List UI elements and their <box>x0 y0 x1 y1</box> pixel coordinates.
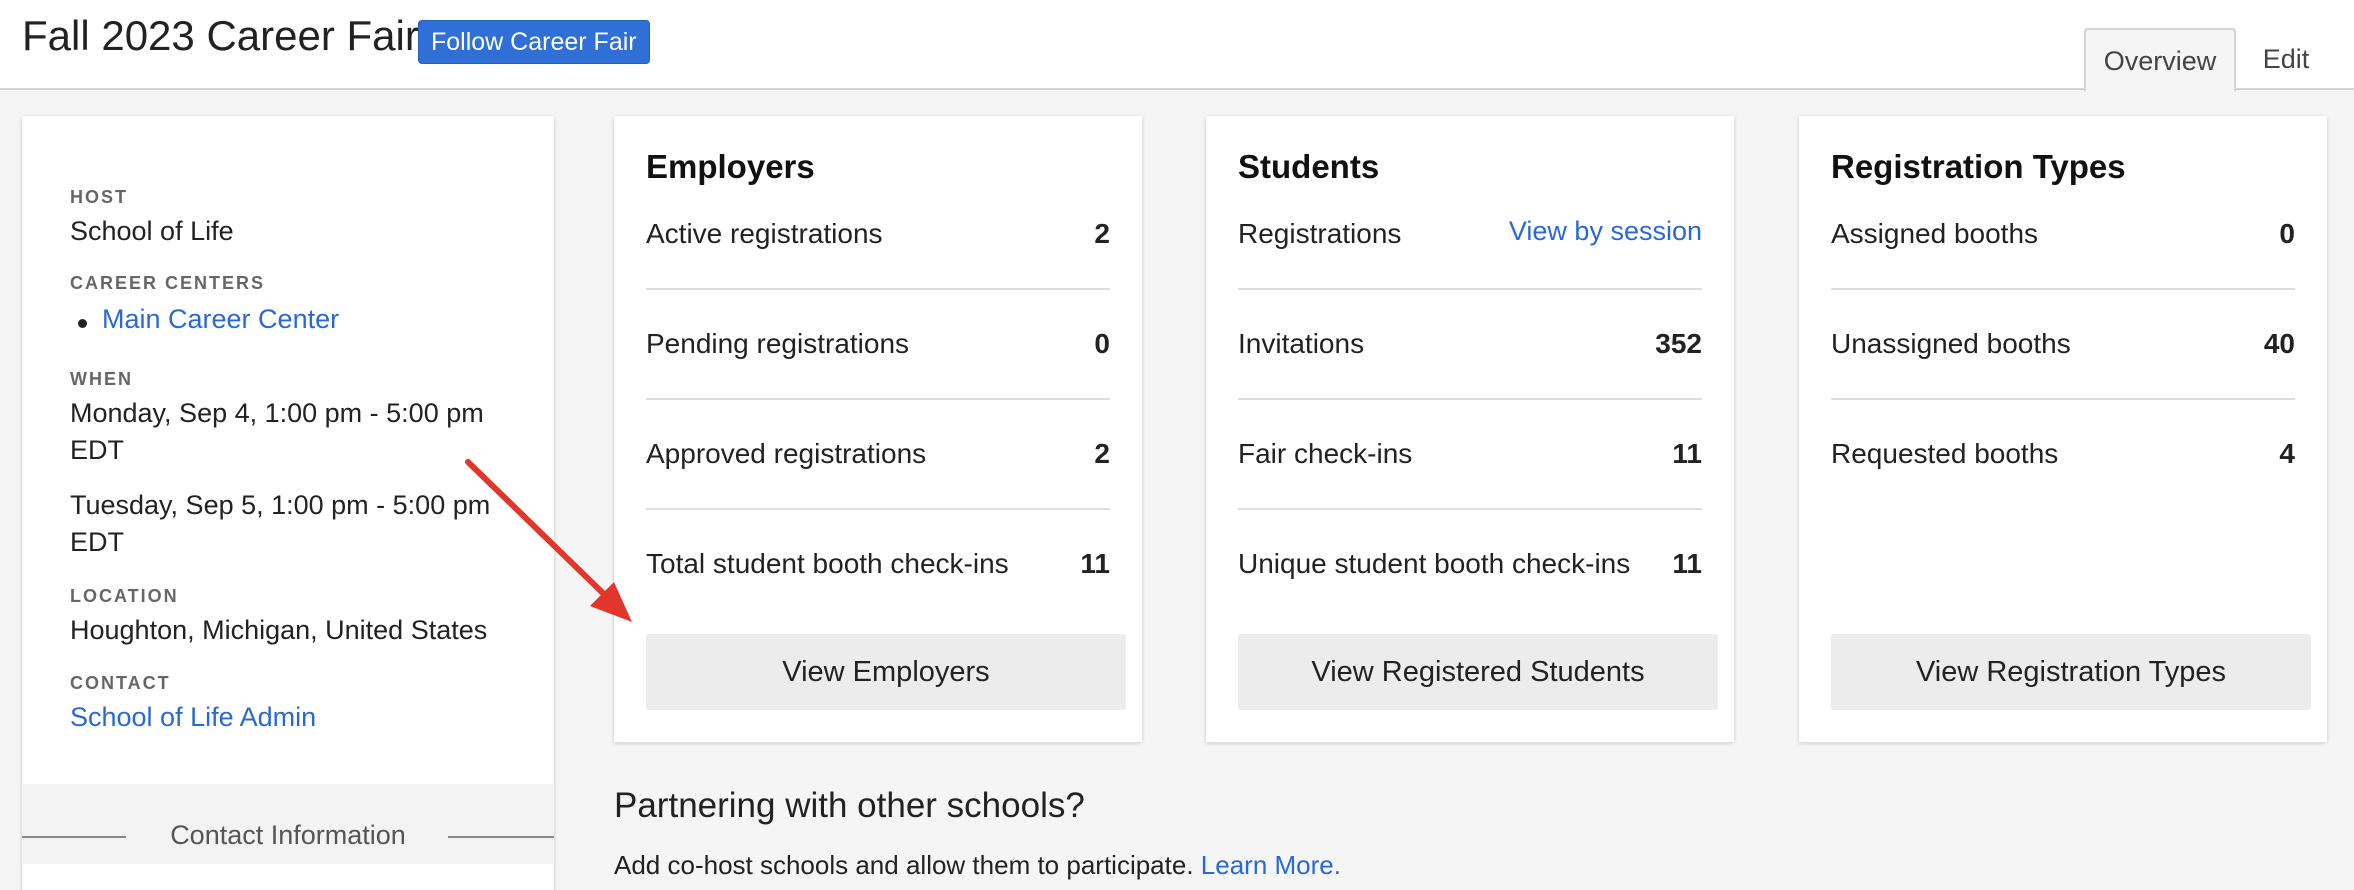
partner-description: Add co-host schools and allow them to pa… <box>614 850 1341 881</box>
row-value: 11 <box>1672 548 1702 579</box>
row-label: Requested booths <box>1831 438 2059 469</box>
view-by-session-link[interactable]: View by session <box>1509 216 1702 247</box>
partner-heading: Partnering with other schools? <box>614 786 1085 825</box>
contact-information-heading: Contact Information <box>170 820 406 850</box>
students-card: Students Registrations View by session I… <box>1206 116 1734 742</box>
career-center-link[interactable]: Main Career Center <box>102 304 339 335</box>
registration-types-card: Registration Types Assigned booths 0 Una… <box>1799 116 2327 742</box>
when-label: WHEN <box>70 369 133 389</box>
host-label: HOST <box>70 187 129 207</box>
registration-types-title: Registration Types <box>1831 148 2126 185</box>
learn-more-link[interactable]: Learn More. <box>1201 850 1341 880</box>
row-divider <box>1238 398 1702 400</box>
contact-link[interactable]: School of Life Admin <box>70 702 316 733</box>
row-value: 352 <box>1655 328 1702 359</box>
registration-types-row: Requested booths 4 <box>1831 438 2295 548</box>
employers-row: Active registrations 2 <box>646 218 1110 328</box>
view-employers-button[interactable]: View Employers <box>646 634 1126 710</box>
row-value: 11 <box>1080 548 1110 579</box>
contact-label: CONTACT <box>70 673 171 693</box>
row-value: 2 <box>1094 438 1110 469</box>
row-value: 2 <box>1094 218 1110 249</box>
row-divider <box>646 398 1110 400</box>
session-2-time: Tuesday, Sep 5, 1:00 pm - 5:00 pm <box>70 490 491 520</box>
session-1-timezone: EDT <box>70 435 124 465</box>
row-label: Approved registrations <box>646 438 927 469</box>
follow-career-fair-button[interactable]: Follow Career Fair <box>418 20 650 64</box>
page-header: Fall 2023 Career Fair Follow Career Fair… <box>0 0 2354 92</box>
students-row: Registrations View by session <box>1238 216 1702 328</box>
tab-edit[interactable]: Edit <box>2252 28 2320 92</box>
registration-types-row: Assigned booths 0 <box>1831 218 2295 328</box>
row-label: Unassigned booths <box>1831 328 2071 359</box>
row-value: 40 <box>2263 328 2295 359</box>
row-divider <box>1831 288 2295 290</box>
row-value: 11 <box>1672 438 1702 469</box>
host-value: School of Life <box>70 216 234 246</box>
students-title: Students <box>1238 148 1380 185</box>
session-2-timezone: EDT <box>70 527 124 557</box>
contact-information-body <box>22 864 554 890</box>
row-label: Unique student booth check-ins <box>1238 548 1631 579</box>
row-divider <box>646 508 1110 510</box>
fair-details-sidebar: HOST School of Life CAREER CENTERS Main … <box>22 116 554 890</box>
row-divider <box>1238 508 1702 510</box>
list-bullet <box>78 319 87 328</box>
row-divider <box>1238 288 1702 290</box>
row-label: Registrations <box>1238 218 1402 249</box>
location-label: LOCATION <box>70 586 179 606</box>
row-value: 0 <box>1094 328 1110 359</box>
row-value: 4 <box>2279 438 2295 469</box>
row-label: Assigned booths <box>1831 218 2039 249</box>
employers-row: Approved registrations 2 <box>646 438 1110 548</box>
registration-types-row: Unassigned booths 40 <box>1831 328 2295 438</box>
row-divider <box>1831 398 2295 400</box>
page-title: Fall 2023 Career Fair <box>22 12 419 59</box>
view-registration-types-button[interactable]: View Registration Types <box>1831 634 2311 710</box>
row-label: Pending registrations <box>646 328 910 359</box>
row-divider <box>646 288 1110 290</box>
students-row: Invitations 352 <box>1238 328 1702 438</box>
partner-text: Add co-host schools and allow them to pa… <box>614 850 1194 880</box>
students-row: Fair check-ins 11 <box>1238 438 1702 548</box>
employers-row: Pending registrations 0 <box>646 328 1110 438</box>
row-label: Fair check-ins <box>1238 438 1413 469</box>
row-value: 0 <box>2279 218 2295 249</box>
row-label: Active registrations <box>646 218 883 249</box>
employers-title: Employers <box>646 148 815 185</box>
view-registered-students-button[interactable]: View Registered Students <box>1238 634 1718 710</box>
tab-overview[interactable]: Overview <box>2084 28 2236 92</box>
location-value: Houghton, Michigan, United States <box>70 615 488 645</box>
row-label: Total student booth check-ins <box>646 548 1009 579</box>
session-1-time: Monday, Sep 4, 1:00 pm - 5:00 pm <box>70 398 484 428</box>
row-label: Invitations <box>1238 328 1365 359</box>
career-centers-label: CAREER CENTERS <box>70 273 266 293</box>
employers-card: Employers Active registrations 2 Pending… <box>614 116 1142 742</box>
